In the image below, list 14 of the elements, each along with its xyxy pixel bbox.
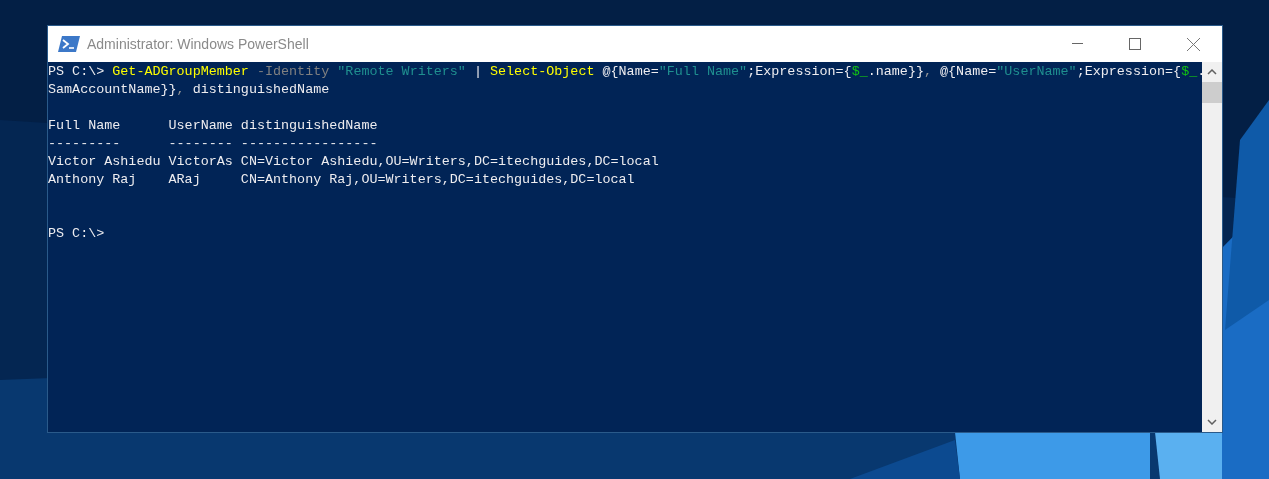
console-line: PS C:\> Get-ADGroupMember -Identity "Remote Writers" | Select-Object @{Name="Full Name";Expression={$_.name}}, @{Name="UserName";Expression={$_. [48, 63, 1202, 81]
close-icon [1186, 37, 1200, 51]
console-line: SamAccountName}}, distinguishedName [48, 81, 330, 99]
powershell-icon [58, 36, 80, 52]
maximize-icon [1129, 38, 1141, 50]
console-line: PS C:\> [48, 225, 105, 243]
console-line: Victor Ashiedu VictorAs CN=Victor Ashiedu,OU=Writers,DC=itechguides,DC=local [48, 153, 659, 171]
scrollbar[interactable] [1202, 62, 1222, 432]
console-line: Full Name UserName distinguishedName [48, 117, 378, 135]
console-line: --------- -------- ----------------- [48, 135, 378, 153]
minimize-icon [1071, 43, 1083, 45]
window-title: Administrator: Windows PowerShell [87, 36, 310, 52]
console-line: Anthony Raj ARaj CN=Anthony Raj,OU=Writers,DC=itechguides,DC=local [48, 171, 635, 189]
scroll-thumb[interactable] [1202, 82, 1222, 103]
